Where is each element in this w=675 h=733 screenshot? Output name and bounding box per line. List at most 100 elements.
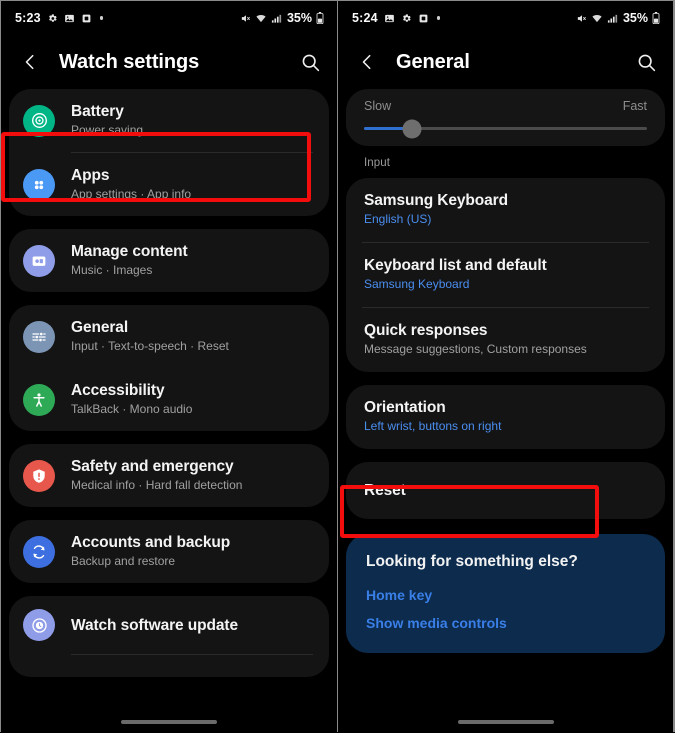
row-text: Safety and emergency Medical info · Hard… — [71, 457, 242, 494]
right-settings-list: Slow Fast Input Samsung Keyboard English… — [338, 89, 673, 653]
dot-icon — [436, 16, 441, 20]
status-time: 5:24 — [352, 11, 378, 25]
home-indicator[interactable] — [121, 720, 217, 724]
status-right-cluster: 35% — [576, 11, 660, 25]
battery-icon — [652, 12, 660, 24]
sidebar-item-accounts[interactable]: Accounts and backup Backup and restore — [9, 520, 329, 583]
row-title: Samsung Keyboard — [364, 192, 508, 209]
list-item-keyboard-list[interactable]: Keyboard list and default Samsung Keyboa… — [346, 243, 665, 307]
list-item-samsung-keyboard[interactable]: Samsung Keyboard English (US) — [346, 178, 665, 242]
sidebar-item-manage-content[interactable]: Manage content Music · Images — [9, 229, 329, 292]
battery-percent: 35% — [622, 11, 648, 25]
status-right-cluster: 35% — [240, 11, 324, 25]
settings-group-6: Watch software update — [9, 596, 329, 677]
sidebar-item-general[interactable]: General Input · Text-to-speech · Reset — [9, 305, 329, 368]
manage-content-icon — [23, 244, 55, 277]
battery-percent: 35% — [286, 11, 312, 25]
row-title: General — [71, 319, 129, 336]
row-title: Keyboard list and default — [364, 257, 547, 274]
row-title: Manage content — [71, 243, 188, 260]
home-indicator[interactable] — [457, 720, 554, 724]
row-text: Battery Power saving — [71, 102, 143, 139]
page-title: Watch settings — [59, 50, 200, 73]
settings-group-2: Manage content Music · Images — [9, 229, 329, 292]
sidebar-item-safety[interactable]: Safety and emergency Medical info · Hard… — [9, 444, 329, 507]
row-subtitle: Medical info · Hard fall detection — [71, 478, 243, 492]
gear-icon — [47, 13, 58, 24]
status-left-cluster: 5:23 — [15, 11, 104, 25]
row-title: Battery — [71, 103, 124, 120]
list-item-reset[interactable]: Reset — [346, 462, 665, 519]
row-subtitle: English (US) — [364, 212, 432, 226]
battery-icon — [316, 12, 324, 24]
left-app-bar: Watch settings — [1, 35, 337, 89]
slider-max-label: Fast — [622, 99, 647, 113]
back-icon[interactable] — [354, 49, 380, 75]
dual-screenshot: 5:23 35% Watch settings Battery Power sa… — [0, 0, 675, 733]
row-subtitle: Samsung Keyboard — [364, 277, 470, 291]
slider-min-label: Slow — [364, 99, 392, 113]
speed-slider[interactable] — [364, 119, 647, 138]
slider-thumb[interactable] — [402, 119, 422, 138]
slider-end-labels: Slow Fast — [364, 99, 647, 113]
reset-card: Reset — [346, 462, 665, 519]
search-icon[interactable] — [297, 49, 323, 75]
battery-settings-icon — [23, 104, 55, 137]
square-icon — [81, 13, 92, 24]
list-item-orientation[interactable]: Orientation Left wrist, buttons on right — [346, 385, 665, 449]
row-subtitle: App settings · App info — [71, 187, 192, 201]
settings-group-4: Safety and emergency Medical info · Hard… — [9, 444, 329, 507]
row-text: Reset — [364, 481, 406, 500]
settings-group-3: General Input · Text-to-speech · Reset A… — [9, 305, 329, 431]
mute-icon — [576, 13, 587, 24]
list-item-quick-responses[interactable]: Quick responses Message suggestions, Cus… — [346, 308, 665, 372]
speed-slider-card: Slow Fast — [346, 89, 665, 146]
row-subtitle: Music · Images — [71, 263, 153, 277]
sidebar-item-watch-update[interactable]: Watch software update — [9, 596, 329, 654]
back-icon[interactable] — [17, 49, 43, 75]
row-title: Watch software update — [71, 616, 238, 634]
row-title: Quick responses — [364, 322, 488, 339]
left-phone-screen: 5:23 35% Watch settings Battery Power sa… — [1, 1, 337, 733]
accounts-backup-icon — [23, 535, 55, 568]
accessibility-icon — [23, 383, 55, 416]
row-title: Accounts and backup — [71, 534, 231, 551]
row-title: Orientation — [364, 399, 446, 416]
status-left-cluster: 5:24 — [352, 11, 441, 25]
promo-link-show-media-controls[interactable]: Show media controls — [366, 615, 645, 631]
row-subtitle: TalkBack · Mono audio — [71, 402, 193, 416]
row-text: Keyboard list and default Samsung Keyboa… — [364, 256, 547, 293]
square-icon — [418, 13, 429, 24]
right-phone-screen: 5:24 35% General Slow Fast Input Samsung… — [338, 1, 673, 733]
orientation-card: Orientation Left wrist, buttons on right — [346, 385, 665, 449]
row-subtitle: Left wrist, buttons on right — [364, 419, 502, 433]
left-settings-list: Battery Power saving Apps App settings ·… — [1, 89, 337, 677]
row-text: Watch software update — [71, 616, 238, 635]
search-icon[interactable] — [633, 49, 659, 75]
sidebar-item-battery[interactable]: Battery Power saving — [9, 89, 329, 152]
row-subtitle: Backup and restore — [71, 554, 176, 568]
promo-link-home-key[interactable]: Home key — [366, 587, 645, 603]
apps-settings-icon — [23, 168, 55, 201]
settings-group-5: Accounts and backup Backup and restore — [9, 520, 329, 583]
sidebar-item-accessibility[interactable]: Accessibility TalkBack · Mono audio — [9, 368, 329, 431]
mute-icon — [240, 13, 251, 24]
row-text: Quick responses Message suggestions, Cus… — [364, 321, 587, 358]
wifi-icon — [591, 13, 603, 24]
safety-icon — [23, 459, 55, 492]
signal-icon — [607, 13, 618, 24]
row-title: Safety and emergency — [71, 458, 234, 475]
row-subtitle: Input · Text-to-speech · Reset — [71, 339, 229, 353]
row-text: Apps App settings · App info — [71, 166, 191, 203]
sidebar-item-apps[interactable]: Apps App settings · App info — [9, 153, 329, 216]
row-text: Orientation Left wrist, buttons on right — [364, 398, 501, 435]
row-title: Apps — [71, 167, 110, 184]
input-group-card: Samsung Keyboard English (US) Keyboard l… — [346, 178, 665, 372]
row-title: Accessibility — [71, 382, 165, 399]
page-title: General — [396, 50, 470, 73]
row-subtitle: Message suggestions, Custom responses — [364, 342, 587, 356]
row-text: Accessibility TalkBack · Mono audio — [71, 381, 192, 418]
image-icon — [64, 13, 75, 24]
right-status-bar: 5:24 35% — [338, 1, 673, 35]
status-time: 5:23 — [15, 11, 41, 25]
